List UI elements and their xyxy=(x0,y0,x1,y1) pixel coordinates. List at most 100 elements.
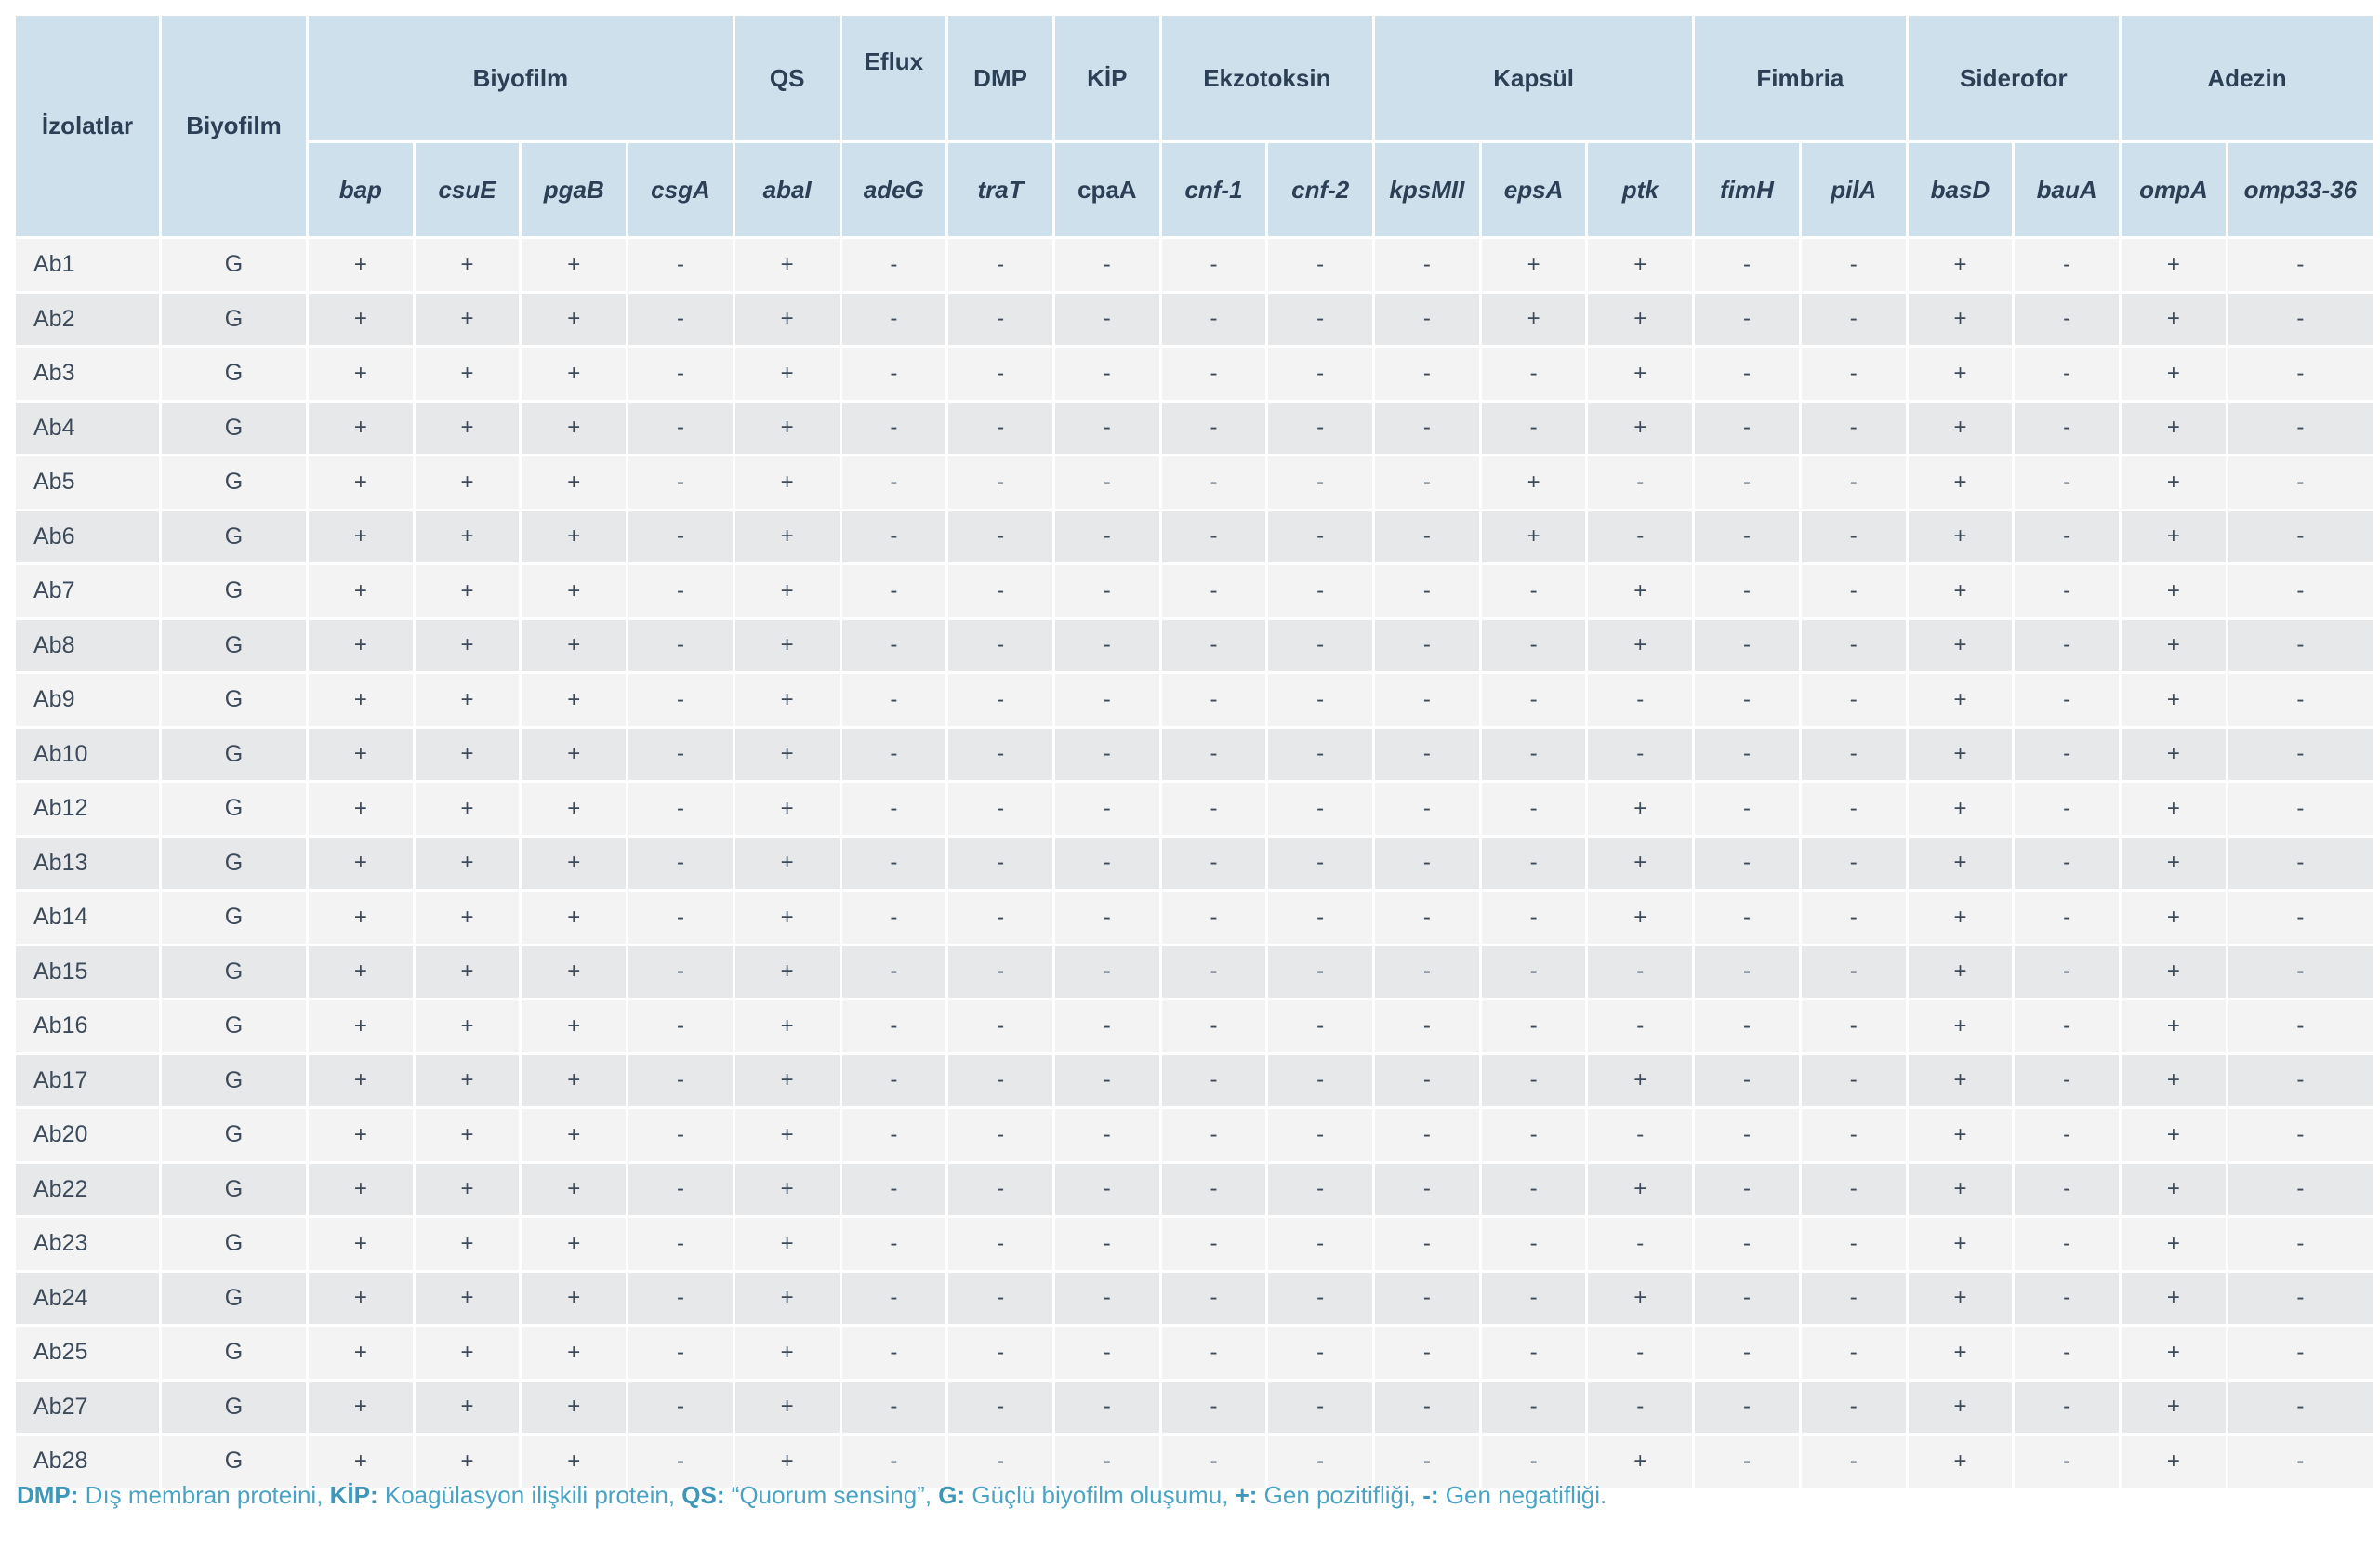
gene-result-cell: - xyxy=(2015,783,2120,835)
gene-result-cell: - xyxy=(628,783,733,835)
header-biofilm: Biyofilm xyxy=(161,16,306,236)
table-row: Ab28 G + + + - + - - - - - - - + - - + - + - xyxy=(16,1436,2373,1488)
biofilm-cell: G xyxy=(161,1218,306,1270)
gene-result-cell: - xyxy=(2228,1218,2373,1270)
gene-result-cell: + xyxy=(522,510,627,562)
footnote-text: Koagülasyon ilişkili protein, xyxy=(377,1481,682,1509)
gene-result-cell: - xyxy=(1588,674,1693,726)
gene-header-csue: csuE xyxy=(415,143,520,236)
gene-result-cell: - xyxy=(1054,510,1159,562)
gene-result-cell: - xyxy=(1588,946,1693,998)
gene-result-cell: - xyxy=(1054,1054,1159,1106)
gene-result-cell: - xyxy=(948,348,1052,400)
gene-result-cell: + xyxy=(522,1327,627,1379)
group-header-siderofor: Siderofor xyxy=(1908,16,2120,140)
gene-result-cell: - xyxy=(1375,565,1479,617)
gene-result-cell: - xyxy=(1161,1327,1266,1379)
gene-result-cell: + xyxy=(522,239,627,291)
gene-result-cell: - xyxy=(1054,1109,1159,1161)
gene-result-cell: + xyxy=(522,565,627,617)
gene-result-cell: - xyxy=(841,1436,946,1488)
gene-result-cell: - xyxy=(1161,510,1266,562)
footnote-text: Gen negatifliği. xyxy=(1438,1481,1607,1509)
gene-result-cell: + xyxy=(415,1109,520,1161)
gene-result-cell: + xyxy=(2122,1327,2226,1379)
gene-result-cell: + xyxy=(734,1272,840,1324)
gene-result-cell: - xyxy=(1375,892,1479,944)
gene-result-cell: - xyxy=(1801,402,1906,454)
gene-result-cell: + xyxy=(1908,1218,2013,1270)
footnote-key: +: xyxy=(1235,1481,1258,1509)
gene-result-cell: - xyxy=(1054,674,1159,726)
biofilm-cell: G xyxy=(161,1272,306,1324)
isolate-cell: Ab23 xyxy=(16,1218,159,1270)
table-row: Ab17 G + + + - + - - - - - - - + - - + - + - xyxy=(16,1054,2373,1106)
gene-result-cell: + xyxy=(734,293,840,345)
gene-result-cell: - xyxy=(1161,1381,1266,1433)
group-header-dmp: DMP xyxy=(948,16,1052,140)
isolate-cell: Ab12 xyxy=(16,783,159,835)
isolate-cell: Ab17 xyxy=(16,1054,159,1106)
gene-result-cell: + xyxy=(734,402,840,454)
table-row: Ab13 G + + + - + - - - - - - - + - - + - + - xyxy=(16,837,2373,889)
gene-result-cell: + xyxy=(308,1381,413,1433)
gene-result-cell: - xyxy=(948,837,1052,889)
gene-result-cell: - xyxy=(841,1109,946,1161)
gene-result-cell: + xyxy=(522,1381,627,1433)
gene-result-cell: - xyxy=(1161,1054,1266,1106)
gene-result-cell: + xyxy=(1908,1109,2013,1161)
gene-result-cell: + xyxy=(415,783,520,835)
gene-result-cell: + xyxy=(522,1436,627,1488)
gene-result-cell: - xyxy=(1801,510,1906,562)
biofilm-cell: G xyxy=(161,456,306,509)
gene-result-cell: - xyxy=(628,510,733,562)
table-row: Ab22 G + + + - + - - - - - - - + - - + - + - xyxy=(16,1163,2373,1215)
gene-result-cell: + xyxy=(2122,565,2226,617)
gene-result-cell: - xyxy=(2015,837,2120,889)
virulence-gene-table: İzolatlar Biyofilm Biyofilm QS Eflux DMP… xyxy=(13,13,2375,1490)
gene-result-cell: + xyxy=(1908,946,2013,998)
gene-result-cell: + xyxy=(308,1218,413,1270)
footnote-key: DMP: xyxy=(17,1481,79,1509)
gene-result-cell: - xyxy=(1695,293,1799,345)
gene-result-cell: + xyxy=(1908,1054,2013,1106)
gene-result-cell: + xyxy=(522,1000,627,1052)
gene-result-cell: + xyxy=(308,946,413,998)
gene-result-cell: - xyxy=(1161,1000,1266,1052)
gene-result-cell: - xyxy=(948,892,1052,944)
gene-result-cell: + xyxy=(415,510,520,562)
gene-result-cell: - xyxy=(1695,1327,1799,1379)
gene-result-cell: - xyxy=(1801,1163,1906,1215)
gene-header-epsa: epsA xyxy=(1481,143,1586,236)
gene-result-cell: + xyxy=(308,293,413,345)
gene-result-cell: + xyxy=(1908,348,2013,400)
gene-result-cell: - xyxy=(2015,1272,2120,1324)
gene-result-cell: - xyxy=(948,1327,1052,1379)
gene-result-cell: + xyxy=(415,837,520,889)
gene-result-cell: - xyxy=(1801,946,1906,998)
biofilm-cell: G xyxy=(161,674,306,726)
biofilm-cell: G xyxy=(161,783,306,835)
gene-result-cell: - xyxy=(1481,1109,1586,1161)
gene-result-cell: - xyxy=(841,1054,946,1106)
gene-result-cell: + xyxy=(734,619,840,671)
gene-result-cell: + xyxy=(415,348,520,400)
gene-result-cell: - xyxy=(1801,1436,1906,1488)
gene-result-cell: - xyxy=(1375,1000,1479,1052)
gene-header-trat: traT xyxy=(948,143,1052,236)
gene-result-cell: - xyxy=(1161,783,1266,835)
gene-result-cell: + xyxy=(308,510,413,562)
gene-result-cell: - xyxy=(841,456,946,509)
gene-result-cell: + xyxy=(1908,293,2013,345)
gene-result-cell: - xyxy=(1588,1109,1693,1161)
gene-result-cell: - xyxy=(2228,402,2373,454)
gene-header-cpaa: cpaA xyxy=(1054,143,1159,236)
gene-result-cell: + xyxy=(415,619,520,671)
table-row: Ab12 G + + + - + - - - - - - - + - - + - + - xyxy=(16,783,2373,835)
gene-result-cell: - xyxy=(1054,456,1159,509)
table-row: Ab3 G + + + - + - - - - - - - + - - + - + - xyxy=(16,348,2373,400)
gene-result-cell: - xyxy=(1588,1000,1693,1052)
gene-result-cell: - xyxy=(1695,892,1799,944)
gene-result-cell: - xyxy=(1054,239,1159,291)
gene-result-cell: - xyxy=(2228,1272,2373,1324)
